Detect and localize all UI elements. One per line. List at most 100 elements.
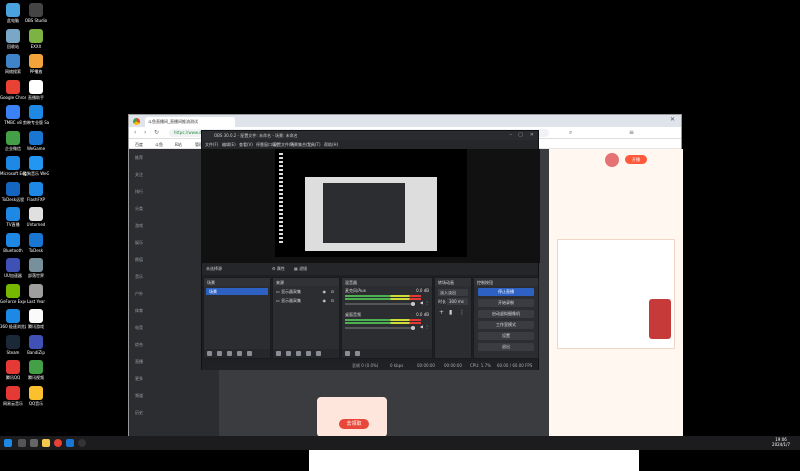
browser-tab[interactable]: 斗鱼直播间_直播间推流测试 [145, 117, 235, 127]
menu-item[interactable]: 编辑(E) [222, 142, 236, 148]
file-explorer-icon[interactable] [42, 439, 50, 447]
add-icon[interactable]: + [439, 309, 444, 316]
reload-icon[interactable]: ↻ [154, 129, 159, 136]
remove-icon[interactable]: ▮ [449, 309, 452, 316]
desktop-icon[interactable]: 部落世界 [23, 258, 49, 278]
desktop-icon[interactable]: OBS Studio [23, 3, 49, 23]
obs-preview[interactable] [202, 149, 540, 263]
visibility-icon[interactable]: ◉ [323, 298, 327, 303]
site-nav-item[interactable]: 频道 [135, 393, 205, 399]
search-icon[interactable]: ⌕ [569, 129, 572, 137]
properties-button[interactable]: ⚙ 属性 [272, 266, 285, 272]
menu-item[interactable]: 帮助(H) [324, 142, 338, 148]
back-icon[interactable]: ‹ [134, 129, 136, 136]
move-down-icon[interactable] [247, 351, 252, 356]
source-item[interactable]: ▭ 显示器采集 ◉ ⊡ [276, 298, 336, 305]
exit-button[interactable]: 退出 [478, 343, 534, 351]
volume-slider[interactable] [345, 326, 415, 330]
menu-item[interactable]: 查看(V) [239, 142, 253, 148]
desktop-icon[interactable]: 酷狗音乐 WeGame [23, 156, 49, 176]
studio-mode-button[interactable]: 工作室模式 [478, 321, 534, 329]
forward-icon[interactable]: › [144, 129, 146, 136]
site-nav-item[interactable]: 游戏 [135, 223, 205, 229]
stop-streaming-button[interactable]: 停止直播 [478, 288, 534, 296]
menu-item[interactable]: 工具(T) [307, 142, 321, 148]
claim-button[interactable]: 去领取 [339, 419, 369, 429]
add-icon[interactable] [207, 351, 212, 356]
menu-icon[interactable]: ≡ [629, 129, 634, 136]
site-nav-item[interactable]: 更多 [135, 376, 205, 382]
virtual-camera-button[interactable]: 启动虚拟摄像机 [478, 310, 534, 318]
desktop-icon[interactable]: WeGame [23, 130, 49, 151]
bookmark-item[interactable]: 百度 [135, 142, 143, 148]
task-view-icon[interactable] [30, 439, 38, 447]
site-nav-item[interactable]: 户外 [135, 291, 205, 297]
site-nav-item[interactable]: 体育 [135, 308, 205, 314]
settings-icon[interactable] [296, 351, 301, 356]
transition-select[interactable]: 淡入淡出 [438, 289, 468, 296]
go-live-button[interactable]: 开播 [625, 155, 647, 164]
speaker-icon[interactable]: ◀ [420, 300, 423, 305]
site-nav-item[interactable]: 娱乐 [135, 240, 205, 246]
app-icon[interactable] [66, 439, 74, 447]
chrome-icon[interactable] [54, 439, 62, 447]
site-nav-item[interactable]: 分类 [135, 206, 205, 212]
desktop-icon[interactable]: QQ音乐 [23, 385, 49, 406]
menu-item[interactable]: 文件(F) [205, 142, 218, 148]
desktop-icon[interactable]: 直播助手 [23, 79, 49, 100]
scene-item[interactable]: 场景 [206, 288, 268, 295]
site-nav-item[interactable]: 综合 [135, 342, 205, 348]
close-icon[interactable]: ✕ [670, 116, 675, 123]
desktop-icon[interactable]: BandiZip [23, 334, 49, 355]
add-icon[interactable] [276, 351, 281, 356]
desktop-icon[interactable]: EXXX [23, 28, 49, 49]
gift-banner[interactable] [649, 299, 671, 339]
desktop-icon[interactable]: Unturned [23, 207, 49, 227]
lock-icon[interactable]: ⊡ [331, 298, 334, 303]
site-nav-item[interactable]: 历史 [135, 410, 205, 416]
search-icon[interactable] [18, 439, 26, 447]
obs-icon[interactable] [78, 439, 86, 447]
move-up-icon[interactable] [306, 351, 311, 356]
site-nav-item[interactable]: 推荐 [135, 155, 205, 161]
move-down-icon[interactable] [316, 351, 321, 356]
bookmark-item[interactable]: B站 [175, 142, 182, 148]
desktop-icon[interactable]: 腾讯视频 [23, 360, 49, 380]
site-nav-item[interactable]: 电竞 [135, 325, 205, 331]
desktop-icon[interactable]: PP播放 [23, 54, 49, 74]
site-nav-item[interactable]: 颜值 [135, 257, 205, 263]
desktop-icon[interactable]: FlashFXP [23, 181, 49, 202]
minimize-icon[interactable]: – [510, 132, 513, 138]
site-nav-item[interactable]: 排行 [135, 189, 205, 195]
more-icon[interactable]: ⋮ [425, 324, 429, 329]
close-icon[interactable]: ✕ [530, 132, 534, 138]
windows-start-icon[interactable] [4, 439, 12, 447]
preview-canvas[interactable] [275, 149, 467, 257]
filters-button[interactable]: ▦ 滤镜 [294, 266, 307, 272]
link-icon[interactable] [345, 351, 350, 356]
settings-button[interactable]: 设置 [478, 332, 534, 340]
remove-icon[interactable] [217, 351, 222, 356]
source-item[interactable]: ▭ 显示器采集 ◉ ⊡ [276, 289, 336, 296]
site-nav-item[interactable]: 音乐 [135, 274, 205, 280]
more-icon[interactable] [355, 351, 360, 356]
desktop-icon[interactable]: 腾讯游戏 [23, 309, 49, 329]
volume-slider[interactable] [345, 302, 415, 306]
bookmark-item[interactable]: 斗鱼 [155, 142, 163, 148]
avatar[interactable] [605, 153, 619, 167]
filter-icon[interactable] [227, 351, 232, 356]
lock-icon[interactable]: ⊡ [331, 289, 334, 294]
start-recording-button[interactable]: 开始录制 [478, 299, 534, 307]
site-nav-item[interactable]: 关注 [135, 172, 205, 178]
clock[interactable]: 19:06 2024/1/7 [772, 437, 790, 447]
duration-input[interactable]: 300 ms [447, 298, 468, 305]
move-up-icon[interactable] [237, 351, 242, 356]
desktop-icon[interactable]: ToDesk [23, 232, 49, 253]
desktop-icon[interactable]: 剪映专业版 Sam [23, 105, 49, 125]
site-nav-item[interactable]: 直播 [135, 359, 205, 365]
speaker-icon[interactable]: ◀ [420, 324, 423, 329]
maximize-icon[interactable]: ▢ [518, 132, 523, 138]
desktop-icon[interactable]: Last Year [23, 283, 49, 304]
visibility-icon[interactable]: ◉ [323, 289, 327, 294]
more-icon[interactable]: ⋮ [459, 309, 465, 316]
